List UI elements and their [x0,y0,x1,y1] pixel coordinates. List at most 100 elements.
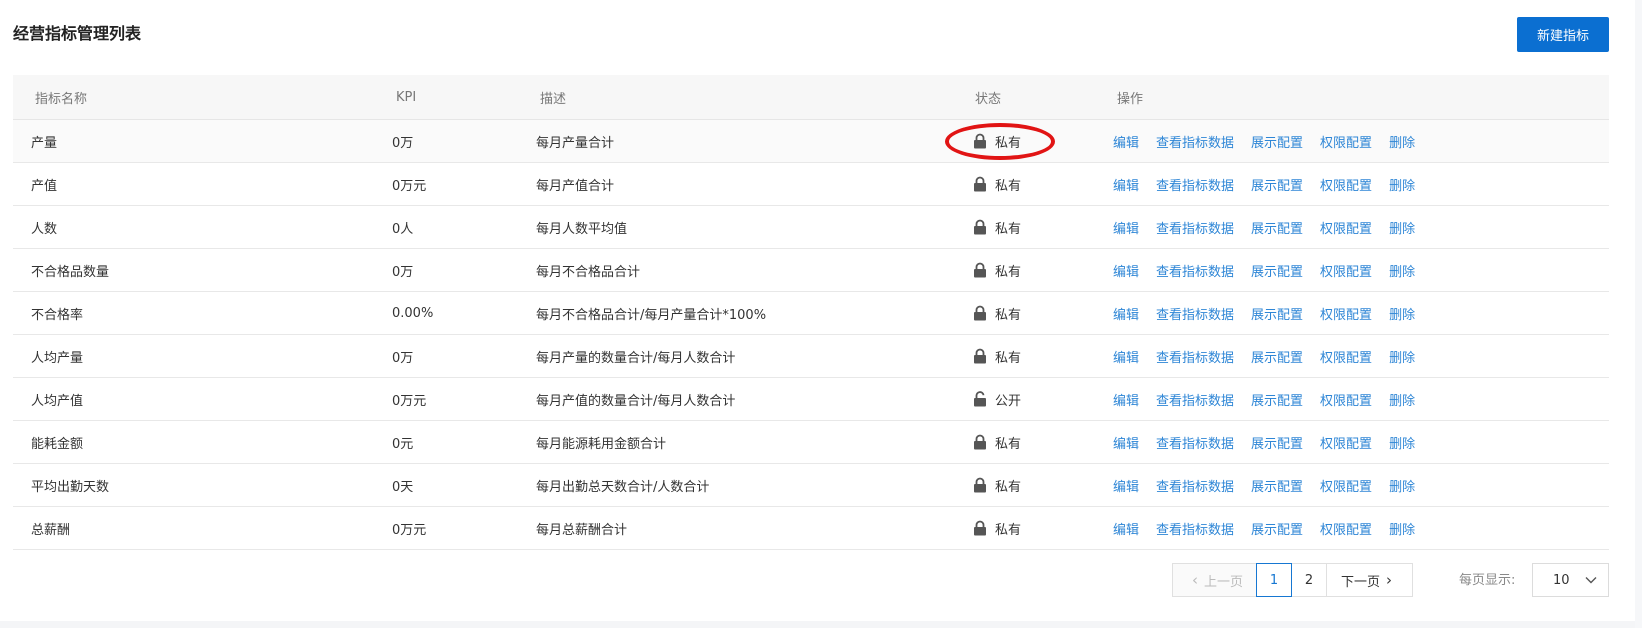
indicator-kpi: 0万元 [392,393,427,409]
display-config-link[interactable]: 展示配置 [1251,261,1303,280]
display-config-link[interactable]: 展示配置 [1251,476,1303,495]
column-header-description: 描述 [540,91,567,107]
view-data-link[interactable]: 查看指标数据 [1156,433,1234,452]
view-data-link[interactable]: 查看指标数据 [1156,304,1234,323]
indicator-description: 每月出勤总天数合计/人数合计 [536,479,710,495]
edit-link[interactable]: 编辑 [1113,304,1139,323]
indicator-kpi: 0元 [392,436,414,452]
edit-link[interactable]: 编辑 [1113,433,1139,452]
status-label: 私有 [995,436,1022,452]
edit-link[interactable]: 编辑 [1113,132,1139,151]
permission-config-link[interactable]: 权限配置 [1320,304,1372,323]
row-actions: 编辑 查看指标数据 展示配置 权限配置 删除 [1113,335,1432,377]
bottom-band [0,621,1642,628]
next-page-button[interactable]: 下一页 › [1326,563,1413,597]
indicator-status: 私有 [973,163,1021,205]
lock-icon [974,348,986,364]
page-button-1[interactable]: 1 [1256,563,1292,597]
edit-link[interactable]: 编辑 [1113,476,1139,495]
permission-config-link[interactable]: 权限配置 [1320,390,1372,409]
delete-link[interactable]: 删除 [1389,218,1415,237]
display-config-link[interactable]: 展示配置 [1251,218,1303,237]
status-label: 私有 [995,178,1022,194]
display-config-link[interactable]: 展示配置 [1251,304,1303,323]
delete-link[interactable]: 删除 [1389,476,1415,495]
column-header-status: 状态 [975,91,1002,107]
scrollbar-track[interactable] [1635,0,1642,628]
indicator-status: 公开 [973,378,1021,420]
status-label: 私有 [995,522,1022,538]
indicator-description: 每月产量合计 [536,135,615,151]
permission-config-link[interactable]: 权限配置 [1320,132,1372,151]
delete-link[interactable]: 删除 [1389,132,1415,151]
indicator-description: 每月产量的数量合计/每月人数合计 [536,350,736,366]
delete-link[interactable]: 删除 [1389,304,1415,323]
edit-link[interactable]: 编辑 [1113,175,1139,194]
table-row: 平均出勤天数 0天 每月出勤总天数合计/人数合计 私有 编辑 查看指标数据 展示配置 权限配置… [13,464,1609,507]
new-indicator-button[interactable]: 新建指标 [1517,17,1609,52]
status-label: 公开 [995,393,1022,409]
indicator-name: 总薪酬 [31,522,71,538]
lock-icon [974,219,986,235]
edit-link[interactable]: 编辑 [1113,218,1139,237]
delete-link[interactable]: 删除 [1389,261,1415,280]
permission-config-link[interactable]: 权限配置 [1320,218,1372,237]
permission-config-link[interactable]: 权限配置 [1320,261,1372,280]
display-config-link[interactable]: 展示配置 [1251,347,1303,366]
view-data-link[interactable]: 查看指标数据 [1156,390,1234,409]
page-button-2[interactable]: 2 [1291,563,1327,597]
delete-link[interactable]: 删除 [1389,433,1415,452]
indicator-name: 能耗金额 [31,436,84,452]
edit-link[interactable]: 编辑 [1113,519,1139,538]
table-row: 人均产值 0万元 每月产值的数量合计/每月人数合计 公开 编辑 查看指标数据 展示配置 权限配… [13,378,1609,421]
display-config-link[interactable]: 展示配置 [1251,390,1303,409]
view-data-link[interactable]: 查看指标数据 [1156,175,1234,194]
indicator-name: 人均产值 [31,393,84,409]
indicator-kpi: 0天 [392,479,414,495]
view-data-link[interactable]: 查看指标数据 [1156,261,1234,280]
lock-icon [974,520,986,536]
prev-page-button[interactable]: ‹ 上一页 [1172,563,1257,597]
permission-config-link[interactable]: 权限配置 [1320,476,1372,495]
table-row: 总薪酬 0万元 每月总薪酬合计 私有 编辑 查看指标数据 展示配置 权限配置 删除 [13,507,1609,550]
table-row: 能耗金额 0元 每月能源耗用金额合计 私有 编辑 查看指标数据 展示配置 权限配置 删除 [13,421,1609,464]
lock-icon [974,262,986,278]
indicator-status: 私有 [973,507,1021,549]
delete-link[interactable]: 删除 [1389,347,1415,366]
permission-config-link[interactable]: 权限配置 [1320,519,1372,538]
lock-icon [974,305,986,321]
edit-link[interactable]: 编辑 [1113,390,1139,409]
page-size-select[interactable]: 10 [1532,563,1609,597]
indicator-name: 平均出勤天数 [31,479,110,495]
table-header: 指标名称 KPI 描述 状态 操作 [13,75,1609,120]
indicator-status: 私有 [973,249,1021,291]
indicator-kpi: 0万元 [392,178,427,194]
indicator-name: 不合格率 [31,307,84,323]
permission-config-link[interactable]: 权限配置 [1320,433,1372,452]
indicator-kpi: 0.00% [392,305,434,321]
display-config-link[interactable]: 展示配置 [1251,433,1303,452]
view-data-link[interactable]: 查看指标数据 [1156,218,1234,237]
indicator-description: 每月人数平均值 [536,221,628,237]
delete-link[interactable]: 删除 [1389,390,1415,409]
permission-config-link[interactable]: 权限配置 [1320,175,1372,194]
display-config-link[interactable]: 展示配置 [1251,519,1303,538]
view-data-link[interactable]: 查看指标数据 [1156,347,1234,366]
status-label: 私有 [995,479,1022,495]
indicator-kpi: 0万 [392,135,414,151]
edit-link[interactable]: 编辑 [1113,347,1139,366]
column-header-name: 指标名称 [35,91,88,107]
display-config-link[interactable]: 展示配置 [1251,132,1303,151]
delete-link[interactable]: 删除 [1389,175,1415,194]
delete-link[interactable]: 删除 [1389,519,1415,538]
view-data-link[interactable]: 查看指标数据 [1156,132,1234,151]
view-data-link[interactable]: 查看指标数据 [1156,476,1234,495]
permission-config-link[interactable]: 权限配置 [1320,347,1372,366]
indicator-description: 每月产值的数量合计/每月人数合计 [536,393,736,409]
indicator-status: 私有 [973,335,1021,377]
display-config-link[interactable]: 展示配置 [1251,175,1303,194]
unlock-icon [974,391,986,407]
edit-link[interactable]: 编辑 [1113,261,1139,280]
view-data-link[interactable]: 查看指标数据 [1156,519,1234,538]
table-row: 人数 0人 每月人数平均值 私有 编辑 查看指标数据 展示配置 权限配置 删除 [13,206,1609,249]
